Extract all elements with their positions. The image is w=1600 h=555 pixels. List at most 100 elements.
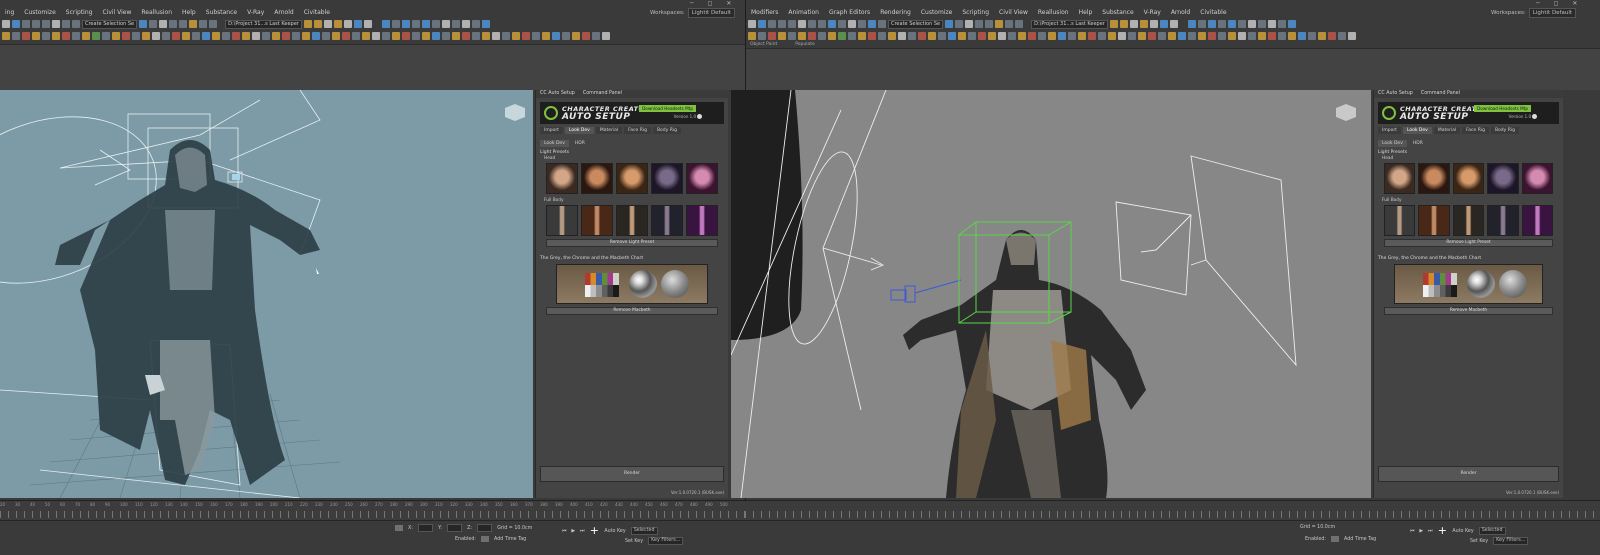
play-icon[interactable]: ▶: [1419, 529, 1423, 534]
render-button[interactable]: Render: [540, 466, 724, 482]
tool-icon[interactable]: [968, 32, 976, 40]
menu-item[interactable]: Rendering: [875, 8, 916, 18]
window-controls[interactable]: ─ ◻ ✕: [690, 0, 737, 8]
x-field[interactable]: [417, 524, 434, 532]
menu-item[interactable]: Help: [177, 8, 201, 18]
tool-icon[interactable]: [582, 32, 590, 40]
undo-icon[interactable]: [748, 20, 756, 28]
tool-icon[interactable]: [848, 20, 856, 28]
menu-item[interactable]: Civil View: [97, 8, 136, 18]
set-key-button[interactable]: Set Key: [625, 539, 643, 544]
y-field[interactable]: [446, 524, 463, 532]
tool-icon[interactable]: [1098, 32, 1106, 40]
tool-icon[interactable]: [1197, 20, 1206, 28]
tool-icon[interactable]: [471, 20, 480, 28]
head-preset-thumb[interactable]: [1487, 163, 1519, 194]
selected-dropdown[interactable]: Selected: [1478, 527, 1506, 535]
remove-light-preset-button[interactable]: Remove Light Preset: [1384, 239, 1553, 247]
tool-icon[interactable]: [908, 32, 916, 40]
tool-icon[interactable]: [1118, 32, 1126, 40]
tool-icon[interactable]: [1159, 20, 1168, 28]
tab-face-rig[interactable]: Face Rig: [624, 127, 651, 134]
menu-item[interactable]: Graph Editors: [824, 8, 875, 18]
tool-icon[interactable]: [828, 32, 836, 40]
tool-icon[interactable]: [481, 20, 490, 28]
tool-icon[interactable]: [748, 32, 756, 40]
set-key-button[interactable]: Set Key: [1470, 539, 1488, 544]
tool-icon[interactable]: [452, 32, 460, 40]
perspective-viewport[interactable]: [0, 90, 533, 498]
z-field[interactable]: [477, 524, 493, 532]
tool-icon[interactable]: [441, 20, 450, 28]
tool-icon[interactable]: [152, 32, 160, 40]
move-icon[interactable]: [798, 20, 806, 28]
tool-icon[interactable]: [1158, 32, 1166, 40]
tool-icon[interactable]: [1078, 32, 1086, 40]
tool-icon[interactable]: [282, 32, 290, 40]
tool-icon[interactable]: [313, 20, 322, 28]
curve-editor-icon[interactable]: [975, 20, 984, 28]
tool-icon[interactable]: [1148, 32, 1156, 40]
undo-icon[interactable]: [2, 20, 10, 28]
tool-icon[interactable]: [562, 32, 570, 40]
tool-icon[interactable]: [1058, 32, 1066, 40]
full-body-preset-thumb[interactable]: [1487, 205, 1519, 236]
tool-icon[interactable]: [422, 32, 430, 40]
schematic-icon[interactable]: [179, 20, 188, 28]
add-time-tag-button[interactable]: Add Time Tag: [1344, 537, 1376, 542]
tool-icon[interactable]: [1268, 32, 1276, 40]
tool-icon[interactable]: [461, 20, 470, 28]
tool-icon[interactable]: [1169, 20, 1178, 28]
tab-hdr[interactable]: HDR: [571, 140, 589, 147]
tool-icon[interactable]: [838, 20, 846, 28]
project-dropdown[interactable]: D:\Project 31...s Last Keeper: [225, 19, 302, 29]
menu-item[interactable]: Substance: [201, 8, 242, 18]
tool-icon[interactable]: [1278, 32, 1286, 40]
curve-editor-icon[interactable]: [169, 20, 178, 28]
tool-icon[interactable]: [1237, 20, 1246, 28]
tab-face-rig[interactable]: Face Rig: [1462, 127, 1489, 134]
tool-icon[interactable]: [222, 32, 230, 40]
download-badge[interactable]: Download Headsets Mtp: [1474, 105, 1531, 112]
tool-icon[interactable]: [62, 32, 70, 40]
layer-icon[interactable]: [159, 20, 168, 28]
tool-icon[interactable]: [382, 32, 390, 40]
tool-icon[interactable]: [411, 20, 420, 28]
material-editor-icon[interactable]: [995, 20, 1004, 28]
tool-icon[interactable]: [758, 32, 766, 40]
tool-icon[interactable]: [432, 32, 440, 40]
tool-icon[interactable]: [572, 32, 580, 40]
schematic-icon[interactable]: [985, 20, 994, 28]
head-preset-thumb[interactable]: [616, 163, 648, 194]
tab-command-panel[interactable]: Command Panel: [583, 90, 622, 98]
menu-item[interactable]: Reallusion: [136, 8, 177, 18]
menu-item[interactable]: Arnold: [269, 8, 298, 18]
head-preset-thumb[interactable]: [686, 163, 718, 194]
tool-icon[interactable]: [292, 32, 300, 40]
tool-icon[interactable]: [332, 32, 340, 40]
window-controls[interactable]: ─ ◻ ✕: [1536, 0, 1583, 8]
tab-hdr[interactable]: HDR: [1409, 140, 1427, 147]
tool-icon[interactable]: [252, 32, 260, 40]
tool-icon[interactable]: [1149, 20, 1158, 28]
menu-item[interactable]: Civitable: [299, 8, 335, 18]
menu-item[interactable]: Scripting: [61, 8, 98, 18]
tool-icon[interactable]: [1348, 32, 1356, 40]
select-link-icon[interactable]: [22, 20, 30, 28]
tool-icon[interactable]: [868, 20, 876, 28]
tool-icon[interactable]: [212, 32, 220, 40]
bind-icon[interactable]: [788, 20, 796, 28]
menu-item[interactable]: Help: [1074, 8, 1098, 18]
tool-icon[interactable]: [323, 20, 332, 28]
tool-icon[interactable]: [1038, 32, 1046, 40]
tool-icon[interactable]: [838, 32, 846, 40]
enabled-toggle[interactable]: [1331, 536, 1340, 542]
tab-material[interactable]: Material: [595, 127, 623, 134]
head-preset-thumb[interactable]: [1521, 163, 1554, 194]
tool-icon[interactable]: [82, 32, 90, 40]
auto-key-button[interactable]: Auto Key: [1452, 529, 1473, 534]
tool-icon[interactable]: [142, 32, 150, 40]
workspaces-selector[interactable]: Workspaces: Lightit Default: [650, 8, 736, 18]
tool-icon[interactable]: [22, 32, 30, 40]
tool-icon[interactable]: [112, 32, 120, 40]
